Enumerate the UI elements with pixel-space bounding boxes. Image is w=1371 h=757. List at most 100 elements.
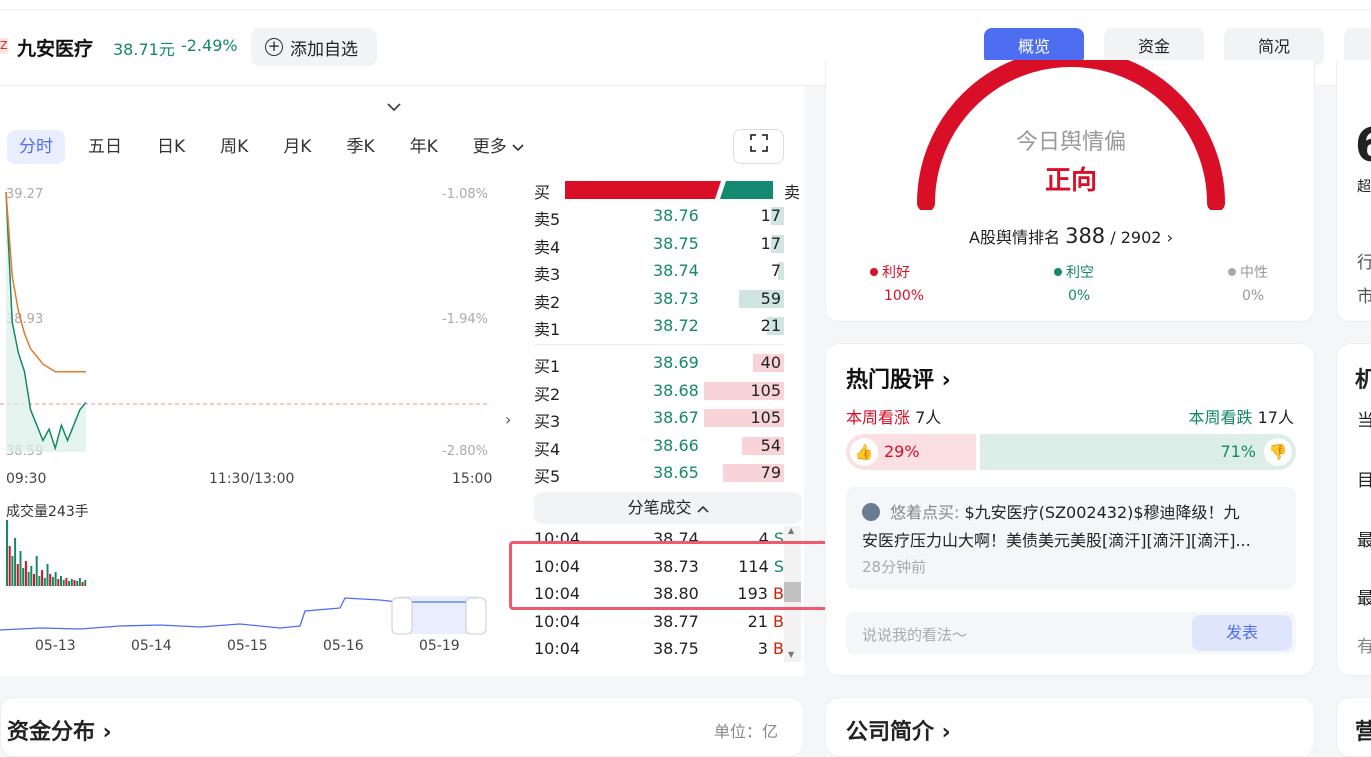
buy-label: 买 [534,183,551,202]
buy-level-row[interactable]: 买3 38.67 105 [534,405,784,432]
chevron-down-icon[interactable] [386,100,402,116]
tab-quarter-k[interactable]: 季K [334,130,386,164]
tab-more[interactable]: 更多 [461,130,536,164]
sell-level-row[interactable]: 卖2 38.73 59 [534,286,784,313]
add-watchlist-button[interactable]: + 添加自选 [251,28,377,66]
history-mini-chart[interactable] [0,586,490,636]
tab-day-k[interactable]: 日K [145,130,197,164]
level-label: 卖3 [534,265,561,284]
volume-bar [8,546,11,586]
sell-level-row[interactable]: 卖1 38.72 21 [534,313,784,340]
tab-month-k[interactable]: 月K [271,130,323,164]
top-divider [0,9,1371,10]
period-tabs: 分时 五日 日K 周K 月K 季K 年K 更多 [7,130,547,164]
level-label: 卖5 [534,210,561,229]
tab-five-day[interactable]: 五日 [76,130,134,164]
mini-date: 05-19 [419,638,460,654]
sell-level-row[interactable]: 卖5 38.76 17 [534,203,784,230]
volume-bar [57,579,60,586]
level-volume: 105 [750,380,781,400]
market-badge: Z [0,38,8,54]
sell-level-row[interactable]: 卖4 38.75 17 [534,231,784,258]
comment-line2: 安医疗压力山大啊！美债美元美股[滴汗][滴汗][滴汗]... [862,531,1251,550]
mini-date: 05-13 [35,638,76,654]
trade-price: 38.75 [653,639,699,658]
scroll-up-icon[interactable]: ▲ [788,526,794,535]
intraday-chart[interactable] [0,186,490,456]
time-end-label: 15:00 [452,471,493,487]
volume-bar [49,574,52,586]
level-volume: 17 [760,206,781,225]
level-price: 38.75 [653,233,699,253]
volume-bar [35,556,38,586]
neutral-pct: 0% [1242,288,1265,304]
volume-bar [51,577,54,586]
rank-total: / 2902 [1110,228,1162,247]
volume-bar [14,538,17,586]
cut-text: 目 [1357,471,1371,491]
post-comment-button[interactable]: 发表 [1192,615,1292,651]
neutral-legend: 中性 [1228,262,1268,282]
level-price: 38.65 [653,463,699,482]
volume-bar [60,576,62,586]
level-label: 卖4 [534,237,561,257]
up-vote-summary: 本周看涨 7人 [846,408,942,427]
stock-price: 38.71元 [113,40,175,59]
trades-toggle[interactable]: 分笔成交 [534,492,802,524]
level-price: 38.72 [653,316,699,335]
right-card-2: 机 当 目 最 最 有 [1336,343,1371,676]
fund-title[interactable]: 资金分布 › [7,714,112,746]
level-volume: 79 [760,463,781,482]
level-label: 买2 [534,384,561,404]
trade-volume: 21 B [747,611,784,631]
tab-intraday[interactable]: 分时 [7,130,65,164]
level-price: 38.66 [653,435,699,455]
down-vote-summary: 本周看跌 17人 [1188,408,1294,427]
comments-title[interactable]: 热门股评 › [846,362,951,394]
level-label: 买5 [534,467,561,486]
volume-bar [30,566,33,586]
comment-time: 28分钟前 [862,558,927,576]
fund-unit: 单位：亿 [714,722,779,741]
sentiment-rank[interactable]: A股舆情排名 388 / 2902 › [826,224,1316,248]
level-volume: 7 [770,261,781,280]
buy-level-row[interactable]: 买5 38.65 79 [534,460,784,487]
comment-item[interactable]: 悠着点买: $九安医疗(SZ002432)$穆迪降级！九 安医疗压力山大啊！美债… [846,487,1296,589]
level-volume: 54 [760,435,781,455]
tab-more-label: 更多 [472,137,507,157]
buy-level-row[interactable]: 买4 38.66 54 [534,433,784,460]
sentiment-title: 今日舆情偏 [1015,130,1126,155]
bad-legend: 利空 [1054,262,1094,282]
buy-level-row[interactable]: 买2 38.68 105 [534,378,784,405]
level-price: 38.74 [653,261,699,280]
trade-row[interactable]: 10:04 38.77 21 B [534,609,784,636]
sentiment-card: 今日舆情偏 正向 A股舆情排名 388 / 2902 › 利好 100% 利空 … [825,60,1315,322]
chevron-up-icon [696,505,709,513]
scroll-down-icon[interactable]: ▼ [788,650,794,659]
buy-level-row[interactable]: 买1 38.69 40 [534,350,784,377]
tab-year-k[interactable]: 年K [398,130,450,164]
chevron-right-icon[interactable]: › [505,410,511,429]
up-vote-bar[interactable]: 👍 29% [846,434,976,470]
volume-bar [22,568,25,586]
down-vote-bar[interactable]: 71% 👎 [980,434,1296,470]
volume-bar [11,556,14,586]
sell-level-row[interactable]: 卖3 38.74 7 [534,258,784,285]
mini-date: 05-16 [323,638,364,654]
trade-row[interactable]: 10:04 38.75 3 B [534,636,784,663]
level-volume: 105 [750,408,781,427]
comment-input[interactable]: 说说我的看法～ [862,624,967,645]
tab-week-k[interactable]: 周K [208,130,260,164]
mini-date: 05-14 [131,638,172,654]
volume-bar [24,561,27,586]
company-title[interactable]: 公司简介 › [846,714,951,746]
cut-text: 最 [1357,531,1371,551]
fullscreen-button[interactable] [733,129,784,164]
level-label: 卖1 [534,320,561,339]
trade-price: 38.77 [653,611,699,631]
add-watchlist-label: 添加自选 [290,39,358,60]
level-price: 38.68 [653,380,699,400]
right-card-1: 6 超 行 市 [1336,60,1371,322]
level-label: 买4 [534,439,561,459]
cut-text: 机 [1355,368,1371,393]
